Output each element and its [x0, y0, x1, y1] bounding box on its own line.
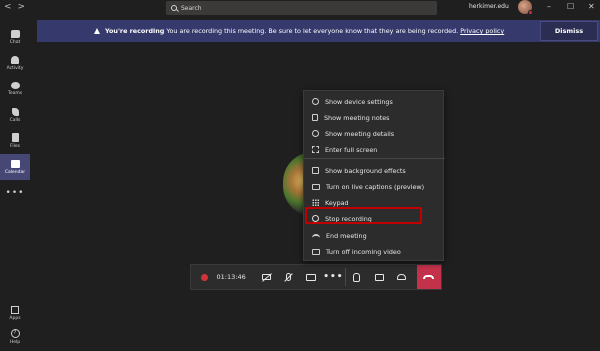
menu-item-live-captions[interactable]: Turn on live captions (preview)	[304, 179, 445, 194]
rail-item-label: Files	[10, 144, 20, 149]
background-effects-icon	[312, 167, 319, 174]
rail-item-apps[interactable]: Apps	[0, 300, 30, 326]
banner-text: You are recording this meeting. Be sure …	[166, 27, 459, 35]
menu-item-end-meeting[interactable]: End meeting	[304, 228, 445, 243]
more-actions-menu: Show device settings Show meeting notes …	[303, 90, 445, 261]
more-icon: •••	[323, 272, 344, 282]
maximize-button[interactable]: ☐	[567, 2, 574, 11]
video-icon	[312, 248, 320, 255]
menu-item-label: Turn on live captions (preview)	[326, 182, 425, 191]
minimize-button[interactable]: –	[547, 2, 551, 11]
history-nav: < >	[4, 2, 25, 12]
menu-item-background-effects[interactable]: Show background effects	[304, 163, 445, 178]
more-actions-button[interactable]: •••	[322, 265, 344, 289]
phone-icon	[11, 107, 19, 116]
help-icon: ?	[10, 329, 20, 338]
rail-item-label: Teams	[7, 91, 23, 96]
menu-item-label: End meeting	[326, 231, 367, 240]
rail-item-label: Calendar	[4, 169, 26, 175]
rail-item-label: Activity	[6, 65, 24, 71]
raise-hand-button[interactable]	[346, 265, 368, 289]
camera-toggle-button[interactable]	[255, 265, 277, 289]
stop-recording-highlight	[305, 207, 422, 224]
apps-icon	[11, 305, 19, 314]
settings-icon	[312, 98, 319, 105]
app-rail: Chat Activity Teams Calls Files Calendar…	[0, 16, 30, 351]
menu-item-label: Keypad	[325, 198, 349, 207]
share-button[interactable]	[300, 265, 322, 289]
mic-off-icon	[286, 273, 292, 281]
rail-item-label: Apps	[9, 315, 21, 321]
status-badge	[528, 10, 533, 15]
menu-item-label: Turn off incoming video	[326, 247, 401, 256]
calendar-icon	[10, 159, 20, 168]
warning-icon	[94, 28, 100, 34]
rail-item-calendar[interactable]: Calendar	[0, 154, 30, 180]
chat-button[interactable]	[368, 265, 390, 289]
dismiss-button[interactable]: Dismiss	[540, 21, 598, 41]
menu-item-label: Show device settings	[325, 97, 393, 106]
rail-more-button[interactable]: •••	[0, 180, 30, 206]
banner-message: You're recording You are recording this …	[105, 27, 504, 35]
end-call-icon	[312, 233, 320, 238]
rail-item-label: Help	[9, 340, 21, 345]
search-placeholder: Search	[181, 4, 202, 12]
participants-button[interactable]	[390, 265, 412, 289]
call-timer: 01:13:46	[216, 273, 246, 281]
rail-item-activity[interactable]: Activity	[0, 50, 30, 76]
privacy-policy-link[interactable]: Privacy policy	[460, 27, 504, 35]
mic-toggle-button[interactable]	[277, 265, 299, 289]
more-icon: •••	[5, 188, 25, 198]
keypad-icon	[312, 199, 319, 206]
call-control-bar: 01:13:46 •••	[190, 264, 442, 290]
avatar[interactable]	[518, 0, 533, 15]
search-input[interactable]: Search	[166, 1, 437, 15]
captions-icon	[312, 183, 320, 190]
teams-icon	[10, 82, 20, 89]
hand-icon	[353, 272, 361, 282]
menu-item-label: Show background effects	[325, 166, 406, 175]
rail-item-label: Calls	[9, 117, 21, 123]
camera-off-icon	[261, 274, 271, 280]
forward-arrow-icon[interactable]: >	[18, 2, 26, 12]
close-button[interactable]: ✕	[588, 2, 595, 11]
bell-icon	[11, 55, 19, 64]
notes-icon	[312, 114, 318, 121]
back-arrow-icon[interactable]: <	[4, 2, 12, 12]
menu-item-label: Show meeting details	[325, 129, 395, 138]
info-icon	[312, 130, 319, 137]
menu-item-meeting-details[interactable]: Show meeting details	[304, 126, 445, 141]
rail-item-files[interactable]: Files	[0, 128, 30, 154]
chat-icon	[10, 29, 20, 38]
teams-window: < > Search herkimer.edu – ☐ ✕ You're rec…	[0, 0, 600, 351]
menu-item-incoming-video[interactable]: Turn off incoming video	[304, 244, 445, 259]
rail-item-help[interactable]: ? Help	[0, 324, 30, 350]
rail-item-calls[interactable]: Calls	[0, 102, 30, 128]
recording-banner: You're recording You are recording this …	[37, 20, 600, 42]
search-icon	[171, 5, 177, 11]
file-icon	[11, 133, 19, 142]
rail-item-teams[interactable]: Teams	[0, 76, 30, 102]
organization-name[interactable]: herkimer.edu	[469, 3, 509, 10]
people-icon	[397, 274, 407, 280]
banner-title: You're recording	[105, 27, 165, 35]
fullscreen-icon	[312, 146, 319, 153]
menu-item-device-settings[interactable]: Show device settings	[304, 94, 445, 109]
menu-item-label: Enter full screen	[325, 145, 378, 154]
rail-item-label: Chat	[9, 39, 21, 45]
menu-divider	[304, 158, 445, 159]
share-screen-icon	[306, 273, 317, 281]
menu-item-label: Show meeting notes	[324, 113, 390, 122]
recording-indicator-icon	[201, 273, 208, 281]
hang-up-icon	[423, 275, 435, 279]
menu-item-meeting-notes[interactable]: Show meeting notes	[304, 110, 445, 125]
menu-item-full-screen[interactable]: Enter full screen	[304, 142, 445, 157]
chat-bubble-icon	[374, 273, 384, 281]
title-bar: < > Search herkimer.edu – ☐ ✕	[0, 0, 600, 16]
hang-up-button[interactable]	[416, 265, 441, 289]
rail-item-chat[interactable]: Chat	[0, 24, 30, 50]
